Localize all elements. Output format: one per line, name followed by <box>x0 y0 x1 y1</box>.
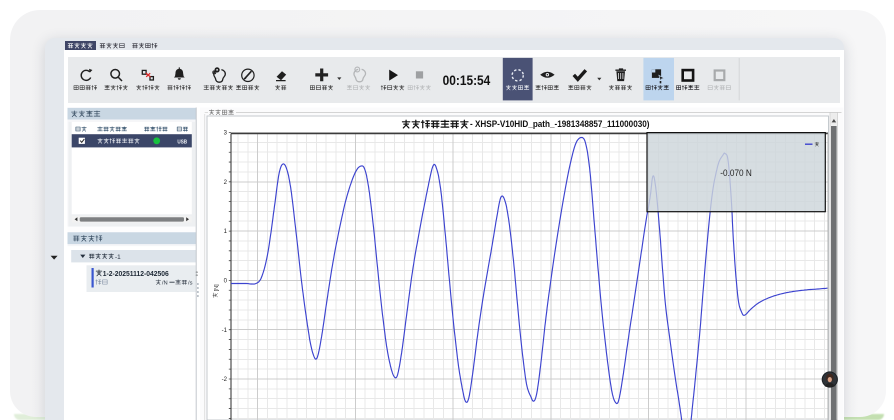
svg-text:-1: -1 <box>222 328 228 334</box>
svg-text:0: 0 <box>224 279 228 285</box>
svg-text:-0.070 N: -0.070 N <box>720 168 752 178</box>
svg-text:-2: -2 <box>222 377 228 383</box>
svg-text:- XHSP-V10HID_path_-1981348857: - XHSP-V10HID_path_-1981348857_111000030… <box>470 118 650 129</box>
svg-text:2: 2 <box>224 180 228 186</box>
svg-text:1: 1 <box>224 229 228 235</box>
svg-text:3: 3 <box>224 131 228 137</box>
svg-text:[N]: [N] <box>214 284 220 292</box>
